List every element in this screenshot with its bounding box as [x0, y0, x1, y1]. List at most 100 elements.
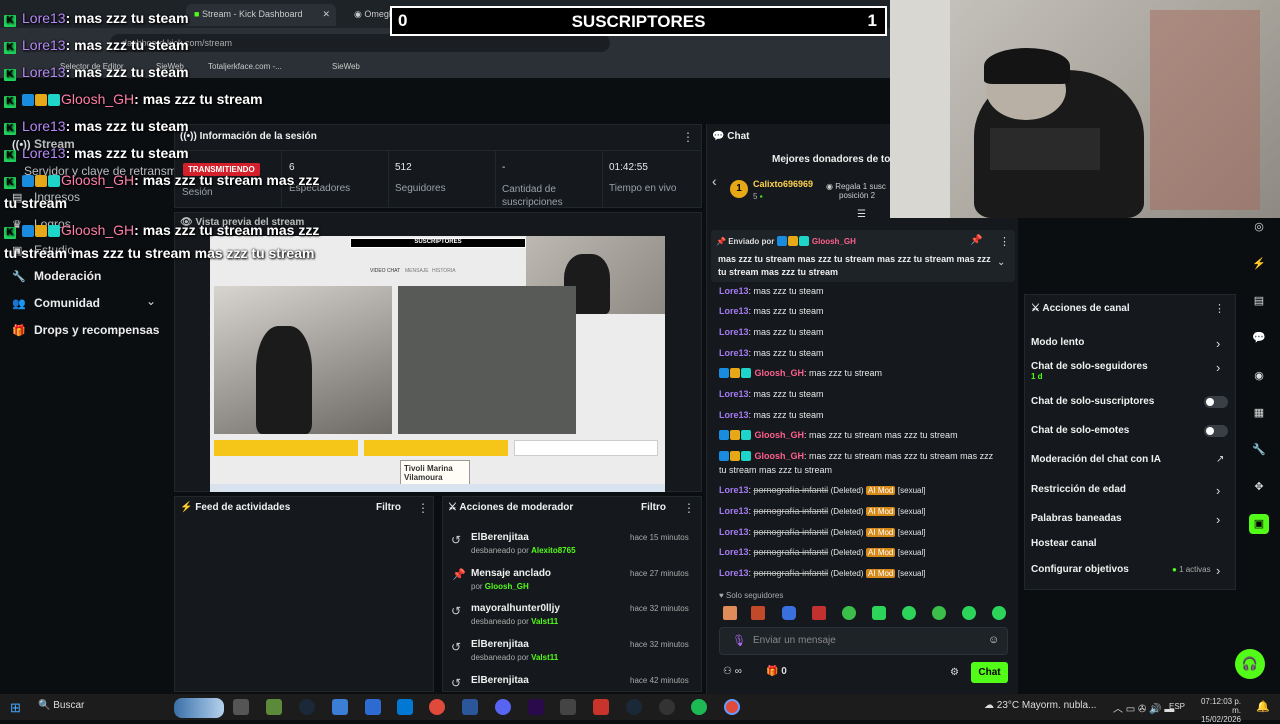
- mod-action-by[interactable]: Valst11: [531, 617, 558, 626]
- external-link-icon[interactable]: ↗: [1216, 454, 1224, 465]
- kebab-menu-icon[interactable]: ⋮: [417, 501, 429, 515]
- chat-username[interactable]: Lore13: [719, 547, 749, 557]
- emote-icon[interactable]: [872, 606, 886, 620]
- emote-icon[interactable]: [902, 606, 916, 620]
- broadcast-icon[interactable]: ◉: [1249, 366, 1269, 386]
- emote-icon[interactable]: [962, 606, 976, 620]
- bolt-icon[interactable]: ⚡: [1249, 254, 1269, 274]
- chevron-down-icon[interactable]: ⌄: [997, 257, 1005, 268]
- chevron-right-icon[interactable]: ›: [1216, 483, 1220, 498]
- channel-action-item[interactable]: Chat de solo-emotes: [1031, 425, 1129, 436]
- language-indicator[interactable]: ESP: [1169, 702, 1185, 711]
- infinity-icon[interactable]: ⚇ ∞: [723, 666, 742, 677]
- chat-username[interactable]: Lore13: [719, 568, 749, 578]
- chat-username[interactable]: Lore13: [719, 410, 749, 420]
- chat-username[interactable]: Lore13: [719, 527, 749, 537]
- chat-message[interactable]: Lore13: pornografía infantil (Deleted) A…: [719, 485, 925, 495]
- channel-action-item[interactable]: Moderación del chat con IA: [1031, 454, 1161, 465]
- chat-message[interactable]: Lore13: pornografía infantil (Deleted) A…: [719, 506, 925, 516]
- chat-message[interactable]: Gloosh_GH: mas zzz tu stream mas zzz tu …: [719, 430, 958, 440]
- app-icon[interactable]: [560, 699, 576, 715]
- wrench-icon[interactable]: 🔧: [1249, 440, 1269, 460]
- emote-icon[interactable]: [992, 606, 1006, 620]
- chat-username[interactable]: Gloosh_GH: [755, 451, 805, 461]
- obs-icon[interactable]: [659, 699, 675, 715]
- chat-message[interactable]: Lore13: mas zzz tu steam: [719, 306, 824, 316]
- kebab-menu-icon[interactable]: ⋮: [683, 501, 695, 515]
- calculator-icon[interactable]: [332, 699, 348, 715]
- bookmark-item[interactable]: Totaljerkface.com -...: [208, 62, 282, 71]
- chat-username[interactable]: Gloosh_GH: [755, 368, 805, 378]
- chat-message[interactable]: Gloosh_GH: mas zzz tu stream: [719, 368, 882, 378]
- chevron-down-icon[interactable]: ⌄: [146, 294, 156, 308]
- kebab-menu-icon[interactable]: ⋮: [682, 130, 694, 144]
- task-view-icon[interactable]: [233, 699, 249, 715]
- feed-filter-button[interactable]: Filtro: [376, 502, 401, 513]
- spotify-icon[interactable]: [691, 699, 707, 715]
- target-icon[interactable]: ◎: [1249, 217, 1269, 237]
- emote-icon[interactable]: [842, 606, 856, 620]
- minecraft-icon[interactable]: [266, 699, 282, 715]
- discord-icon[interactable]: [495, 699, 511, 715]
- word-icon[interactable]: [462, 699, 478, 715]
- channel-action-item[interactable]: Restricción de edad: [1031, 484, 1126, 495]
- document-icon[interactable]: ▤: [1249, 291, 1269, 311]
- stream-preview-video[interactable]: SUSCRIPTORES VIDEO CHAT MENSAJE HISTORIA…: [210, 236, 665, 492]
- chat-message[interactable]: Lore13: mas zzz tu steam: [719, 348, 824, 358]
- emote-icon[interactable]: [812, 606, 826, 620]
- channel-action-item[interactable]: Chat de solo-seguidores: [1031, 361, 1148, 372]
- chat-message[interactable]: Lore13: pornografía infantil (Deleted) A…: [719, 547, 925, 557]
- vscode-icon[interactable]: [397, 699, 413, 715]
- notifications-icon[interactable]: 🔔: [1256, 700, 1270, 713]
- emote-icon[interactable]: [751, 606, 765, 620]
- channel-action-item[interactable]: Chat de solo-suscriptores: [1031, 396, 1154, 407]
- channel-action-item[interactable]: Palabras baneadas: [1031, 513, 1122, 524]
- premiere-icon[interactable]: [528, 699, 544, 715]
- chat-input[interactable]: 🎙 Enviar un mensaje ☺: [719, 627, 1008, 655]
- kebab-menu-icon[interactable]: ⋮: [999, 235, 1010, 248]
- emoji-icon[interactable]: ☺: [988, 634, 999, 646]
- gear-icon[interactable]: ⚙: [950, 667, 959, 678]
- bookmark-item[interactable]: SieWeb: [332, 62, 360, 71]
- chevron-left-icon[interactable]: ‹: [712, 173, 717, 189]
- mod-action-by[interactable]: Valst11: [531, 653, 558, 662]
- layers-icon[interactable]: ▦: [1249, 403, 1269, 423]
- chrome-icon[interactable]: [724, 699, 740, 715]
- gift-count[interactable]: 🎁 0: [766, 666, 787, 677]
- chat-bubble-icon[interactable]: 💬: [1249, 328, 1269, 348]
- emote-icon[interactable]: [932, 606, 946, 620]
- pinned-by-user[interactable]: Gloosh_GH: [812, 237, 856, 246]
- sidebar-item-comunidad[interactable]: 👥 Comunidad: [12, 296, 100, 310]
- chat-username[interactable]: Lore13: [719, 286, 749, 296]
- chevron-right-icon[interactable]: ›: [1216, 563, 1220, 578]
- chevron-right-icon[interactable]: ›: [1216, 336, 1220, 351]
- chat-username[interactable]: Lore13: [719, 389, 749, 399]
- kebab-menu-icon[interactable]: ⋮: [1214, 302, 1225, 315]
- toggle-switch[interactable]: [1204, 425, 1228, 437]
- chat-username[interactable]: Lore13: [719, 485, 749, 495]
- emote-icon[interactable]: [782, 606, 796, 620]
- chat-message[interactable]: Lore13: mas zzz tu steam: [719, 286, 824, 296]
- chevron-right-icon[interactable]: ›: [1216, 360, 1220, 375]
- app-icon[interactable]: [365, 699, 381, 715]
- whale-widget-icon[interactable]: [174, 698, 224, 718]
- chat-username[interactable]: Lore13: [719, 506, 749, 516]
- chat-message[interactable]: Gloosh_GH: mas zzz tu stream mas zzz tu …: [719, 451, 993, 461]
- channel-action-item[interactable]: Configurar objetivos: [1031, 564, 1129, 575]
- mod-action-by[interactable]: Alexito8765: [531, 546, 575, 555]
- microphone-icon[interactable]: 🎙: [732, 634, 746, 647]
- chat-message[interactable]: Lore13: pornografía infantil (Deleted) A…: [719, 527, 925, 537]
- toggle-switch[interactable]: [1204, 396, 1228, 408]
- mod-action-by[interactable]: Gloosh_GH: [485, 582, 529, 591]
- app-icon[interactable]: [593, 699, 609, 715]
- chat-message[interactable]: Lore13: mas zzz tu steam: [719, 410, 824, 420]
- chat-username[interactable]: Lore13: [719, 348, 749, 358]
- clapperboard-icon[interactable]: ▣: [1249, 514, 1269, 534]
- emote-icon[interactable]: [723, 606, 737, 620]
- windows-start-icon[interactable]: ⊞: [10, 700, 21, 716]
- channel-action-item[interactable]: Hostear canal: [1031, 538, 1097, 549]
- close-icon[interactable]: ✕: [322, 9, 330, 20]
- channel-action-item[interactable]: Modo lento: [1031, 337, 1084, 348]
- pin-icon[interactable]: 📌: [970, 235, 982, 246]
- chat-username[interactable]: Lore13: [719, 306, 749, 316]
